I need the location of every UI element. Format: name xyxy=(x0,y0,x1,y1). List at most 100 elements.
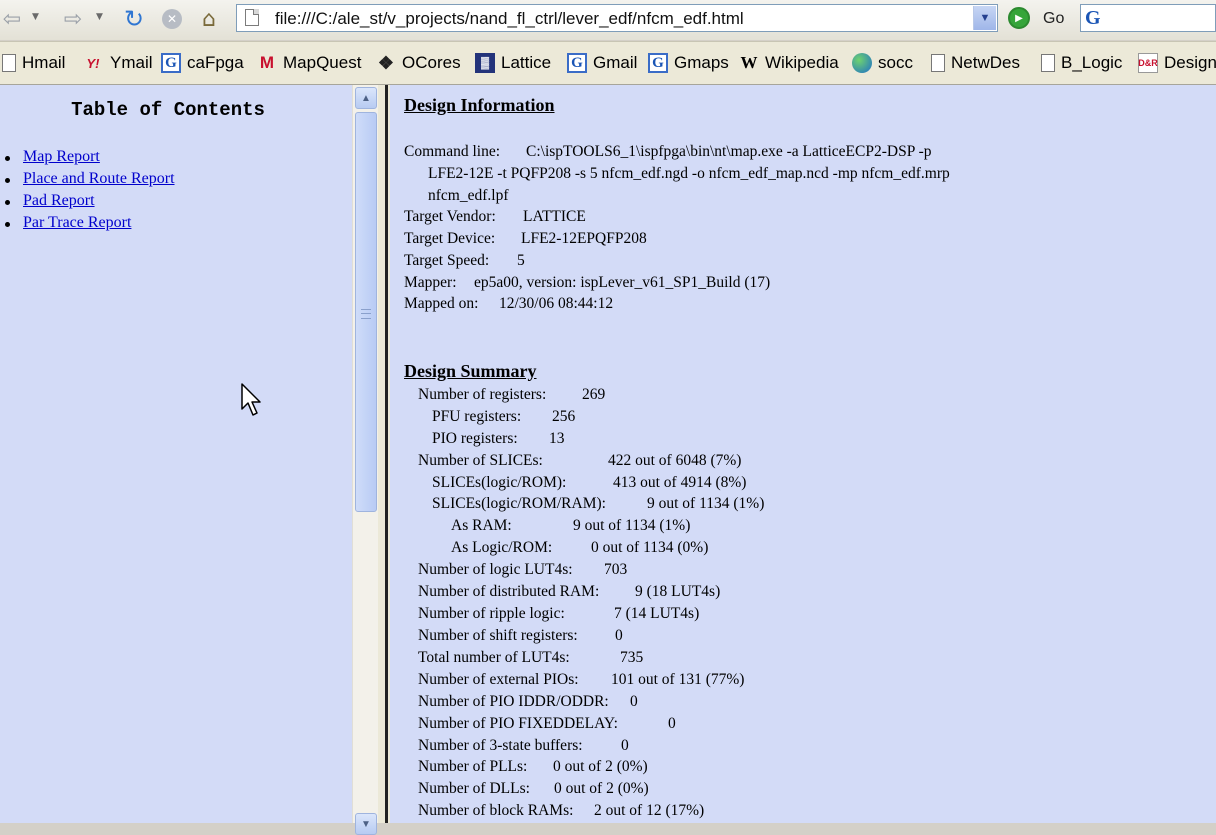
bookmark-label: Lattice xyxy=(501,53,552,72)
summary-label: As Logic/ROM: xyxy=(451,539,553,556)
page-icon xyxy=(2,54,16,72)
page-icon xyxy=(931,54,945,72)
back-arrow-icon[interactable]: ⇦ xyxy=(0,6,24,32)
summary-row: SLICEs(logic/ROM/RAM): 9 out of 1134 (1%) xyxy=(432,493,764,515)
bookmark-lattice[interactable]: ▓ Lattice xyxy=(475,52,551,74)
bookmark-label: OCores xyxy=(402,53,461,72)
forward-dropdown-icon[interactable]: ▼ xyxy=(96,12,103,22)
summary-label: Total number of LUT4s: xyxy=(418,649,570,666)
scroll-down-arrow-icon[interactable]: ▼ xyxy=(355,813,377,835)
summary-row: As Logic/ROM: 0 out of 1134 (0%) xyxy=(451,537,708,559)
summary-value: 7 (14 LUT4s) xyxy=(614,605,700,622)
address-bar[interactable]: file:///C:/ale_st/v_projects/nand_fl_ctr… xyxy=(236,4,998,32)
google-icon: G xyxy=(1085,7,1101,29)
bookmark-label: socc xyxy=(878,53,913,72)
home-icon[interactable]: ⌂ xyxy=(196,6,222,32)
address-dropdown-icon[interactable]: ▼ xyxy=(973,6,996,30)
scrollbar-thumb[interactable] xyxy=(355,112,377,512)
summary-label: Number of ripple logic: xyxy=(418,605,565,622)
summary-value: 422 out of 6048 (7%) xyxy=(608,452,742,469)
command-line-row: Command line: C:\ispTOOLS6_1\ispfpga\bin\… xyxy=(404,141,932,163)
summary-value: 413 out of 4914 (8%) xyxy=(613,474,747,491)
summary-value: 0 xyxy=(668,715,676,732)
toc-link-pad-report[interactable]: Pad Report xyxy=(23,192,95,209)
bookmark-design[interactable]: D&R Design xyxy=(1138,52,1216,74)
target-speed-value: 5 xyxy=(517,252,525,269)
mapped-on-row: Mapped on: 12/30/06 08:44:12 xyxy=(404,293,613,315)
bookmark-ocores[interactable]: ❖ OCores xyxy=(376,52,461,74)
toc-item: Par Trace Report xyxy=(4,212,175,234)
bookmark-label: caFpga xyxy=(187,53,244,72)
summary-label: SLICEs(logic/ROM): xyxy=(432,474,567,491)
page-icon xyxy=(1041,54,1055,72)
bookmark-socc[interactable]: socc xyxy=(852,52,913,74)
bookmark-mapquest[interactable]: M MapQuest xyxy=(257,52,362,74)
summary-label: Number of external PIOs: xyxy=(418,671,579,688)
scroll-up-arrow-icon[interactable]: ▲ xyxy=(355,87,377,109)
summary-value: 2 out of 12 (17%) xyxy=(594,802,705,819)
bookmark-label: Gmaps xyxy=(674,53,729,72)
summary-row: Number of registers: 269 xyxy=(418,384,605,406)
mapquest-icon: M xyxy=(259,53,275,72)
summary-label: PIO registers: xyxy=(432,430,518,447)
toc-scrollbar[interactable]: ▲ ▼ xyxy=(352,85,378,835)
bookmark-gmail[interactable]: G Gmail xyxy=(567,52,637,74)
bookmark-b-logic[interactable]: B_Logic xyxy=(1041,52,1122,74)
summary-row: Number of SLICEs: 422 out of 6048 (7%) xyxy=(418,450,741,472)
target-device-value: LFE2-12EPQFP208 xyxy=(521,230,647,247)
bookmark-cafpga[interactable]: G caFpga xyxy=(161,52,244,74)
summary-value: 269 xyxy=(582,386,606,403)
google-search-box[interactable]: G xyxy=(1080,4,1216,32)
reload-icon[interactable]: ↻ xyxy=(120,5,148,33)
summary-label: Number of 3-state buffers: xyxy=(418,737,583,754)
bookmark-label: Wikipedia xyxy=(765,53,839,72)
summary-row: Number of DLLs: 0 out of 2 (0%) xyxy=(418,778,649,800)
summary-value: 0 xyxy=(630,693,638,710)
bookmark-gmaps[interactable]: G Gmaps xyxy=(648,52,729,74)
design-information-heading: Design Information xyxy=(404,95,555,115)
google-icon: G xyxy=(648,53,668,73)
mapper-value: ep5a00, version: ispLever_v61_SP1_Build … xyxy=(474,274,771,291)
summary-row: Number of distributed RAM: 9 (18 LUT4s) xyxy=(418,581,720,603)
summary-label: PFU registers: xyxy=(432,408,522,425)
bookmark-label: Design xyxy=(1164,53,1216,72)
summary-row: SLICEs(logic/ROM): 413 out of 4914 (8%) xyxy=(432,472,746,494)
frame-divider[interactable] xyxy=(378,85,390,823)
stop-icon[interactable]: ✕ xyxy=(160,6,184,32)
summary-row: Number of PLLs: 0 out of 2 (0%) xyxy=(418,756,648,778)
toc-item: Pad Report xyxy=(4,190,175,212)
toc-link-map-report[interactable]: Map Report xyxy=(23,148,100,165)
bookmark-label: Hmail xyxy=(22,53,66,72)
summary-row: Number of logic LUT4s: 703 xyxy=(418,559,627,581)
bookmark-hmail[interactable]: Hmail xyxy=(2,52,65,74)
opencores-icon: ❖ xyxy=(377,52,395,73)
summary-label: Number of SLICEs: xyxy=(418,452,543,469)
summary-label: As RAM: xyxy=(451,517,512,534)
summary-label: Number of logic LUT4s: xyxy=(418,561,573,578)
go-icon[interactable]: ▶ xyxy=(1008,7,1030,29)
globe-icon xyxy=(852,53,872,73)
bookmarks-toolbar: Hmail Y! Ymail G caFpga M MapQuest ❖ OCo… xyxy=(0,41,1216,85)
summary-label: Number of distributed RAM: xyxy=(418,583,600,600)
google-icon: G xyxy=(567,53,587,73)
toc-link-place-route-report[interactable]: Place and Route Report xyxy=(23,170,175,187)
bookmark-ymail[interactable]: Y! Ymail xyxy=(82,52,153,74)
back-dropdown-icon[interactable]: ▼ xyxy=(32,12,39,22)
google-icon: G xyxy=(161,53,181,73)
forward-arrow-icon[interactable]: ⇨ xyxy=(60,6,86,32)
address-input[interactable]: file:///C:/ale_st/v_projects/nand_fl_ctr… xyxy=(275,9,744,29)
bookmark-wikipedia[interactable]: W Wikipedia xyxy=(739,52,839,74)
go-button[interactable]: Go xyxy=(1043,10,1064,28)
toc-link-par-trace-report[interactable]: Par Trace Report xyxy=(23,214,131,231)
toc-item: Place and Route Report xyxy=(4,168,175,190)
summary-value: 9 out of 1134 (1%) xyxy=(647,495,765,512)
mapper-row: Mapper: ep5a00, version: ispLever_v61_SP1… xyxy=(404,272,770,294)
bookmark-netwdes[interactable]: NetwDes xyxy=(931,52,1020,74)
navigation-toolbar: ⇦ ▼ ⇨ ▼ ↻ ✕ ⌂ file:///C:/ale_st/v_projec… xyxy=(0,0,1216,40)
summary-value: 0 xyxy=(615,627,623,644)
summary-row: Number of external PIOs: 101 out of 131 (… xyxy=(418,669,744,691)
toc-frame: Table of Contents Map Report Place and R… xyxy=(0,85,352,823)
lattice-icon: ▓ xyxy=(475,53,495,73)
command-line-continuation: nfcm_edf.lpf xyxy=(428,187,509,204)
bookmark-label: B_Logic xyxy=(1061,53,1123,72)
